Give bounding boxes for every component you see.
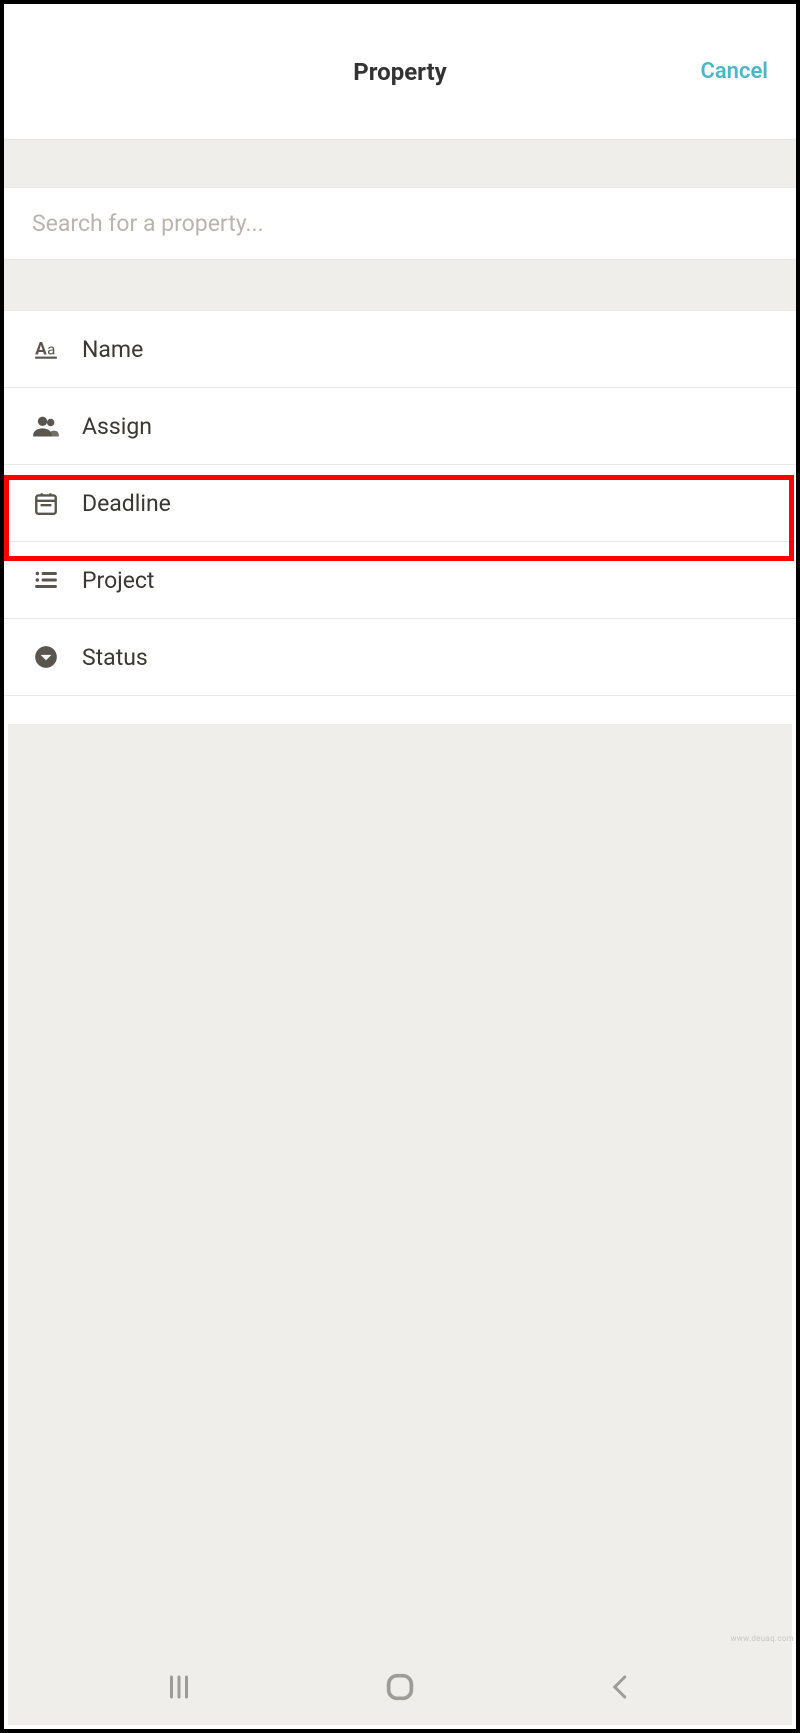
page-title: Property (353, 58, 446, 86)
text-icon: A a (32, 335, 60, 363)
property-item-project[interactable]: Project (4, 542, 796, 619)
property-item-assign[interactable]: Assign (4, 388, 796, 465)
property-label: Project (82, 567, 154, 594)
property-item-name[interactable]: A a Name (4, 311, 796, 388)
svg-text:A: A (35, 339, 47, 359)
list-icon (32, 566, 60, 594)
system-nav-bar (8, 1649, 792, 1725)
header: Property Cancel (4, 4, 796, 139)
svg-text:a: a (47, 340, 55, 358)
property-list: A a Name Assign (4, 310, 796, 696)
property-label: Status (82, 644, 148, 671)
dropdown-icon (32, 643, 60, 671)
property-label: Deadline (82, 490, 171, 517)
search-row (4, 187, 796, 260)
background-fill (8, 724, 792, 1649)
property-item-status[interactable]: Status (4, 619, 796, 696)
people-icon (32, 412, 60, 440)
back-icon[interactable] (596, 1662, 646, 1712)
spacer (4, 139, 796, 187)
watermark: www.deuaq.com (731, 1634, 795, 1643)
home-icon[interactable] (375, 1662, 425, 1712)
search-input[interactable] (32, 210, 768, 237)
cancel-button[interactable]: Cancel (700, 59, 768, 84)
property-label: Assign (82, 413, 152, 440)
recents-icon[interactable] (154, 1662, 204, 1712)
spacer (4, 260, 796, 310)
property-item-deadline[interactable]: Deadline (4, 465, 796, 542)
calendar-icon (32, 489, 60, 517)
property-label: Name (82, 336, 143, 363)
